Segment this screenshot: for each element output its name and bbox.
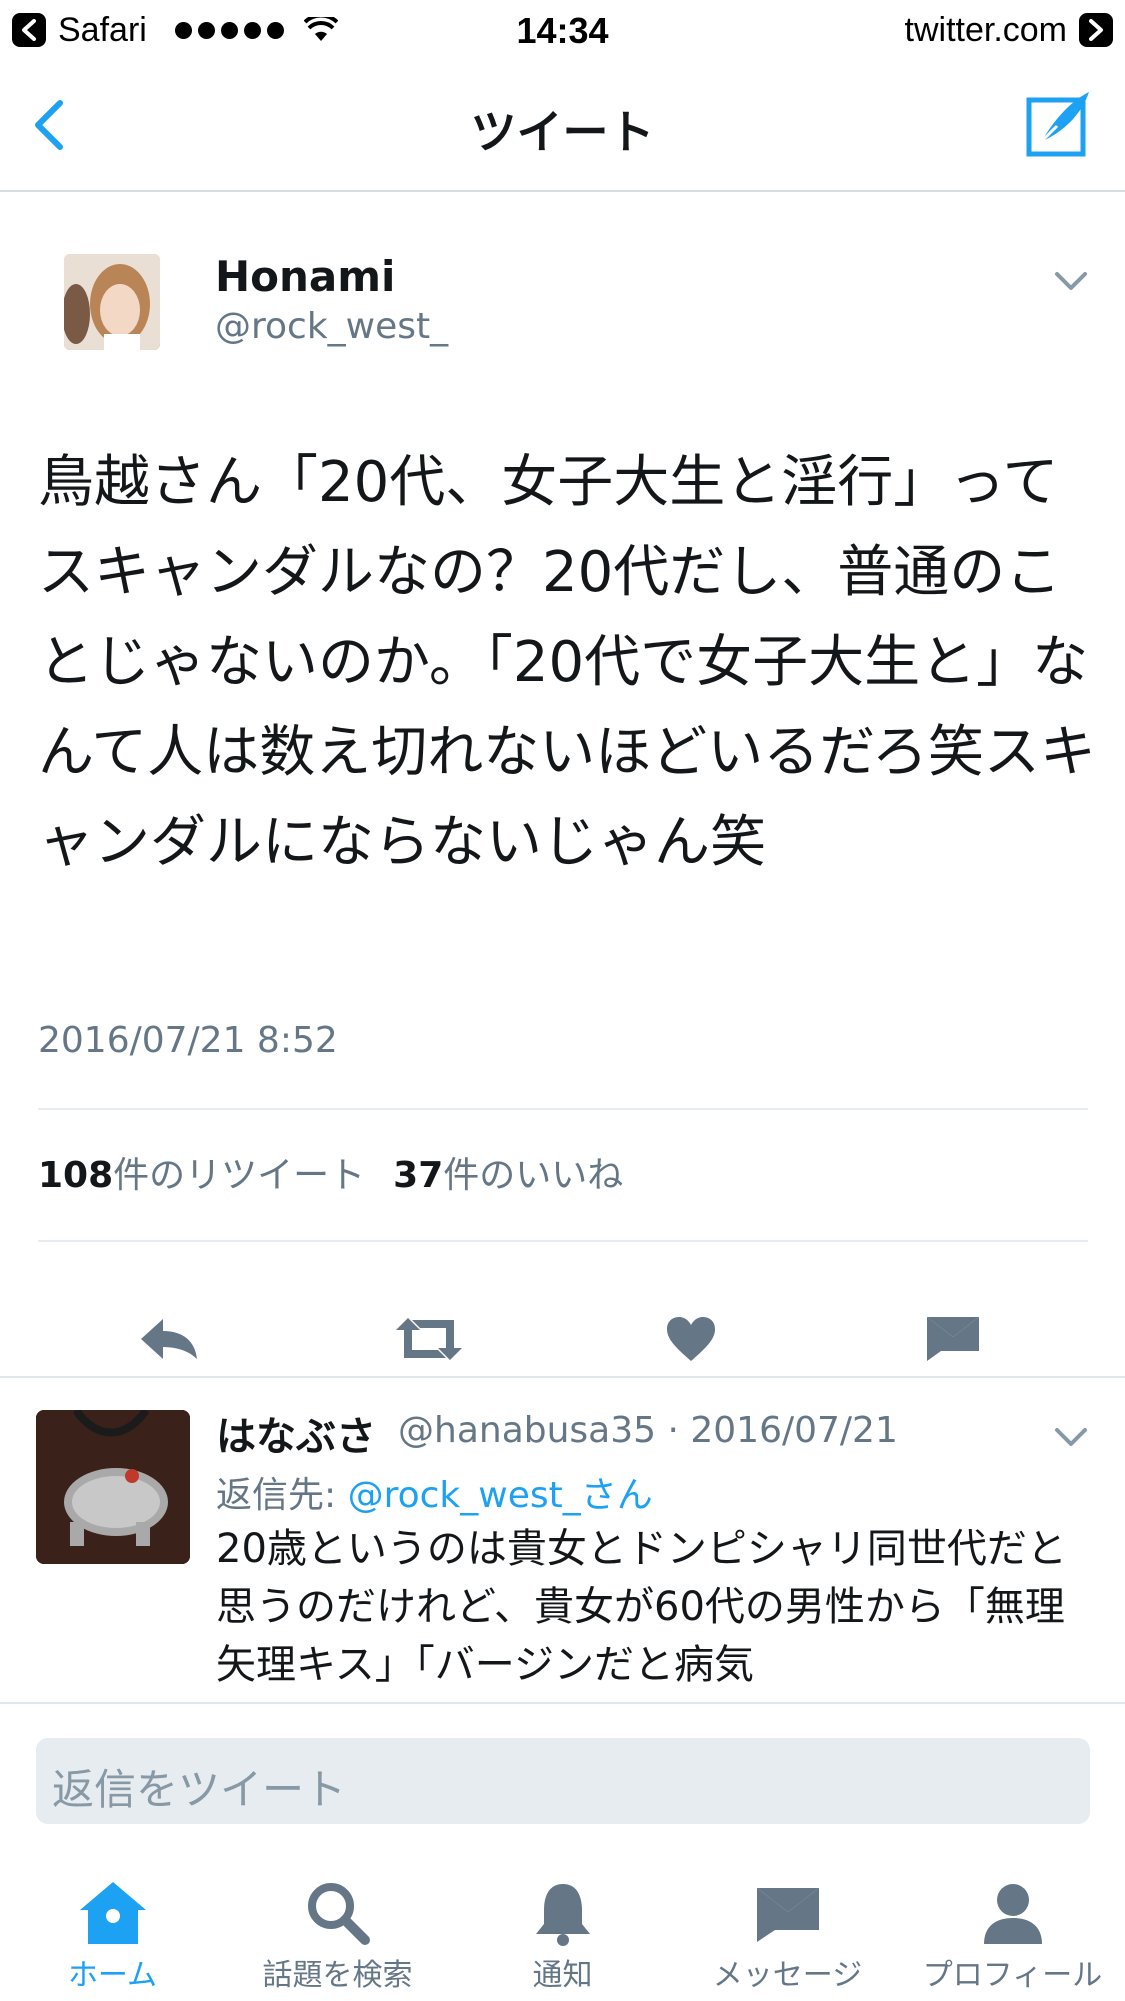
tab-label: メッセージ <box>712 1958 863 1993</box>
like-count[interactable]: 37 <box>393 1155 443 1196</box>
avatar[interactable] <box>64 254 160 350</box>
divider <box>38 1108 1088 1110</box>
tweet-text: 鳥越さん「20代、女子大生と淫行」ってスキャンダルなの？20代だし、普通のことじ… <box>38 450 1096 875</box>
status-bar-right: twitter.com <box>905 10 1113 50</box>
search-icon <box>308 1883 370 1945</box>
page-title: ツイート <box>470 105 655 159</box>
tab-label: プロフィール <box>922 1958 1103 1993</box>
nav-bar: ツイート <box>0 60 1125 192</box>
divider <box>0 1376 1125 1378</box>
reply-input[interactable]: 返信をツイート <box>36 1738 1090 1824</box>
tab-profile[interactable]: プロフィール <box>900 1842 1125 2001</box>
envelope-icon <box>927 1317 979 1361</box>
bell-icon <box>536 1884 590 1946</box>
reply-display-name[interactable]: はなぶさ <box>216 1404 376 1462</box>
tab-home[interactable]: ホーム <box>0 1842 225 2001</box>
tab-label: 通知 <box>532 1958 593 1993</box>
reply-compose-bar: 返信をツイート <box>0 1702 1125 1842</box>
chevron-down-icon[interactable] <box>1051 266 1091 296</box>
forward-url-label[interactable]: twitter.com <box>905 11 1067 50</box>
reply-meta: @hanabusa35 · 2016/07/21 <box>398 1410 898 1451</box>
reply-tweet[interactable]: はなぶさ @hanabusa35 · 2016/07/21 返信先: @rock… <box>0 1380 1125 1700</box>
reply-to-link[interactable]: @rock_west_さん <box>348 1475 653 1516</box>
heart-icon <box>667 1317 715 1361</box>
home-icon <box>80 1882 146 1944</box>
forward-url-icon[interactable] <box>1079 13 1113 47</box>
reply-button[interactable] <box>134 1304 204 1374</box>
direct-message-button[interactable] <box>918 1304 988 1374</box>
person-icon <box>984 1884 1042 1944</box>
compose-tweet-button[interactable] <box>1023 88 1095 160</box>
compose-icon <box>1026 92 1089 157</box>
retweet-button[interactable] <box>394 1304 464 1374</box>
like-button[interactable] <box>656 1304 726 1374</box>
tab-search[interactable]: 話題を検索 <box>225 1842 450 2001</box>
tweet-timestamp: 2016/07/21 8:52 <box>38 1020 338 1061</box>
user-handle[interactable]: @rock_west_ <box>215 306 448 347</box>
status-bar: Safari 14:34 twitter.com <box>0 0 1125 60</box>
tab-notifications[interactable]: 通知 <box>450 1842 675 2001</box>
reply-to-prefix: 返信先: <box>216 1475 348 1516</box>
display-name[interactable]: Honami <box>215 252 395 301</box>
reply-to: 返信先: @rock_west_さん <box>216 1466 653 1518</box>
envelope-icon <box>757 1888 819 1942</box>
tab-bar: ホーム 話題を検索 通知 メッセージ プロフィール <box>0 1842 1125 2001</box>
avatar[interactable] <box>36 1410 190 1564</box>
tab-messages[interactable]: メッセージ <box>675 1842 900 2001</box>
divider <box>38 1240 1088 1242</box>
reply-text: 20歳というのは貴女とドンピシャリ同世代だと思うのだけれど、貴女が60代の男性か… <box>216 1526 1067 1688</box>
like-count-label[interactable]: 件のいいね <box>443 1146 623 1198</box>
reply-icon <box>141 1319 197 1359</box>
retweet-icon <box>396 1318 462 1360</box>
tweet-stats: 108 件のリツイート 37 件のいいね <box>38 1146 623 1198</box>
retweet-count-label[interactable]: 件のリツイート <box>113 1146 365 1198</box>
retweet-count[interactable]: 108 <box>38 1155 113 1196</box>
tab-label: 話題を検索 <box>262 1958 413 1993</box>
chevron-down-icon[interactable] <box>1051 1422 1091 1452</box>
tab-label: ホーム <box>67 1958 158 1993</box>
